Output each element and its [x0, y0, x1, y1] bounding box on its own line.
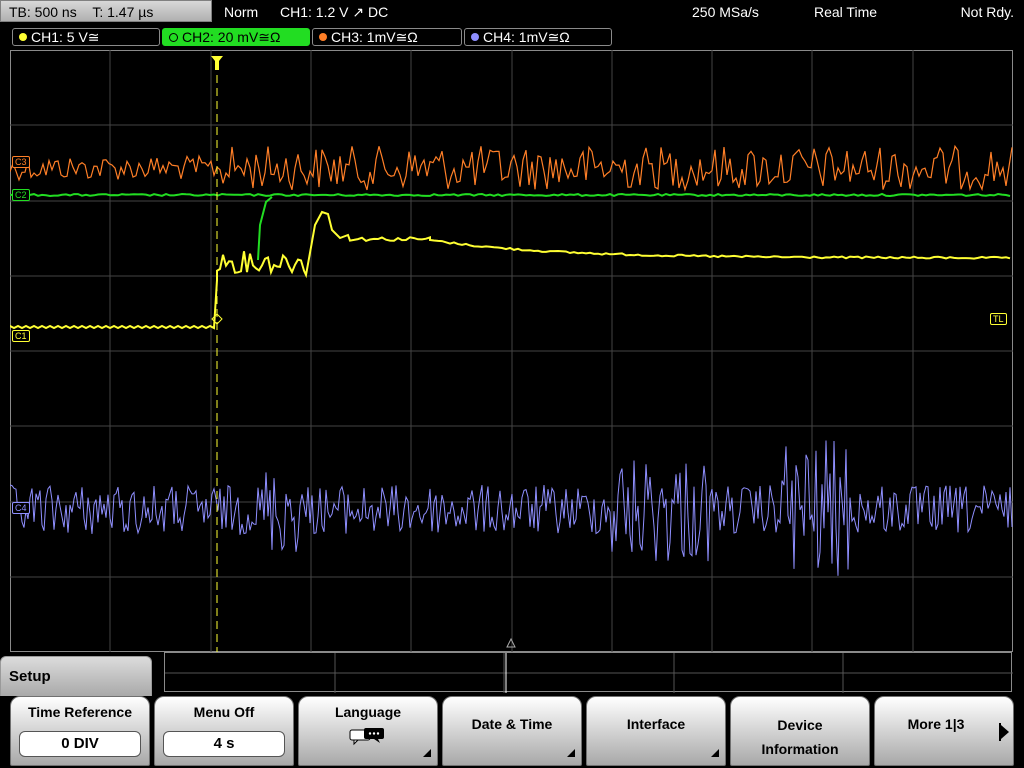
ch1-color-icon [19, 33, 27, 42]
zoom-overview-strip [164, 652, 1013, 693]
next-arrow-icon [1001, 725, 1009, 739]
submenu-indicator-icon [567, 749, 575, 757]
menu-off-value: 4 s [163, 731, 285, 757]
submenu-indicator-icon [711, 749, 719, 757]
channel-tab-ch1[interactable]: CH1: 5 V≅ [12, 28, 160, 46]
ch4-label: CH4: 1mV≅Ω [483, 29, 570, 45]
channel-tab-ch4[interactable]: CH4: 1mV≅Ω [464, 28, 612, 46]
trigger-status: Not Rdy. [960, 4, 1014, 20]
ch3-label: CH3: 1mV≅Ω [331, 29, 418, 45]
ch4-trace [10, 440, 1013, 576]
device-information-label: Device Information [761, 717, 839, 757]
more-label: More 1|3 [907, 716, 965, 732]
time-reference-icon [506, 637, 516, 648]
ch3-trace [10, 144, 1013, 192]
ch2-color-icon [169, 32, 178, 42]
grid-lines [10, 50, 1013, 652]
ch1-offset-marker[interactable]: C1 [12, 330, 30, 342]
ch2-label: CH2: 20 mV≅Ω [182, 29, 281, 45]
ch1-label: CH1: 5 V≅ [31, 29, 100, 45]
interface-label: Interface [626, 716, 686, 732]
trigger-time-icon[interactable] [211, 56, 223, 70]
acquisition-mode[interactable]: Norm [224, 0, 258, 24]
language-label: Language [334, 704, 402, 720]
trigger-level-marker[interactable]: TL [990, 313, 1007, 325]
trigger-info[interactable]: CH1: 1.2 V ↗ DC [280, 0, 388, 24]
timebase-box[interactable]: TB: 500 ns T: 1.47 µs [0, 0, 212, 22]
ch1-trace [10, 210, 1011, 330]
sample-rate: 250 MSa/s [692, 4, 759, 20]
device-information-button[interactable]: Device Information [730, 696, 870, 766]
menu-title: Setup [0, 656, 152, 696]
ch2-trace [10, 192, 1011, 261]
ch4-color-icon [471, 33, 479, 42]
acquisition-mode-realtime: Real Time [814, 4, 878, 20]
more-button[interactable]: More 1|3 [874, 696, 1014, 766]
time-reference-button[interactable]: Time Reference 0 DIV [10, 696, 150, 766]
language-button[interactable]: Language [298, 696, 438, 766]
date-time-button[interactable]: Date & Time [442, 696, 582, 766]
time-reference-value: 0 DIV [19, 731, 141, 757]
interface-button[interactable]: Interface [586, 696, 726, 766]
ch4-offset-marker[interactable]: C4 [12, 502, 30, 514]
timebase-readout: TB: 500 ns [9, 4, 77, 20]
ch3-offset-marker[interactable]: C3 [12, 156, 30, 168]
menu-off-label: Menu Off [193, 704, 255, 720]
speech-bubble-icon [349, 728, 384, 746]
menu-off-button[interactable]: Menu Off 4 s [154, 696, 294, 766]
submenu-indicator-icon [423, 749, 431, 757]
ch3-color-icon [319, 33, 327, 42]
date-time-label: Date & Time [471, 716, 553, 732]
trigger-position-readout: T: 1.47 µs [92, 4, 154, 20]
ch2-offset-marker[interactable]: C2 [12, 189, 30, 201]
waveform-display[interactable] [10, 50, 1013, 652]
channel-tab-ch2[interactable]: CH2: 20 mV≅Ω [162, 28, 310, 46]
time-reference-label: Time Reference [27, 704, 132, 720]
channel-tab-ch3[interactable]: CH3: 1mV≅Ω [312, 28, 462, 46]
